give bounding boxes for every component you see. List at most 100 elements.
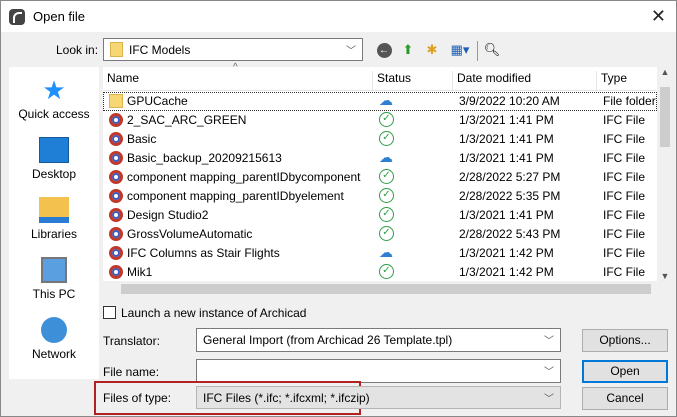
files-of-type-value: IFC Files (*.ifc; *.ifcxml; *.ifczip) (203, 390, 370, 405)
file-name-input[interactable]: ﹀ (196, 359, 561, 383)
launch-checkbox[interactable] (103, 306, 116, 319)
scroll-down-icon[interactable]: ▼ (657, 271, 673, 281)
up-folder-icon[interactable]: ⬆ (399, 41, 417, 59)
file-type: IFC File (603, 132, 645, 146)
back-icon[interactable]: ← (375, 41, 393, 59)
cancel-button[interactable]: Cancel (582, 387, 668, 410)
synced-check-icon: ✓ (379, 112, 394, 127)
place-label: Desktop (31, 167, 77, 181)
ifc-file-icon (109, 189, 123, 203)
synced-check-icon: ✓ (379, 188, 394, 203)
place-label: Libraries (30, 227, 78, 241)
scroll-thumb[interactable] (660, 87, 670, 147)
file-date: 1/3/2021 1:41 PM (459, 113, 554, 127)
file-name: 2_SAC_ARC_GREEN (127, 113, 247, 127)
preview-icon[interactable]: 🔍︎ (483, 41, 501, 59)
launch-label: Launch a new instance of Archicad (121, 306, 307, 320)
vertical-scrollbar[interactable]: ▲ ▼ (657, 67, 673, 281)
close-icon[interactable]: ✕ (651, 6, 666, 27)
ifc-file-icon (109, 132, 123, 146)
file-list: ^ Name Status Date modified Type GPUCach… (103, 62, 673, 297)
new-folder-icon[interactable]: ✱ (423, 41, 441, 59)
place-libraries[interactable]: Libraries (9, 197, 99, 241)
file-type: IFC File (603, 151, 645, 165)
look-in-label: Look in: (56, 43, 99, 57)
desktop-icon (39, 137, 69, 163)
hscroll-thumb[interactable] (121, 284, 651, 294)
file-type: File folder (603, 94, 656, 108)
files-of-type-label: Files of type: (103, 391, 172, 405)
file-type: IFC File (603, 227, 645, 241)
file-type: IFC File (603, 113, 645, 127)
file-row[interactable]: IFC Columns as Stair Flights ☁ 1/3/2021 1:… (103, 244, 657, 263)
chevron-down-icon: ﹀ (544, 335, 554, 347)
file-row[interactable]: component mapping_parentIDbycomponent ✓ 2/… (103, 168, 657, 187)
files-of-type-combo[interactable]: IFC Files (*.ifc; *.ifcxml; *.ifczip) ﹀ (196, 386, 561, 409)
toolbar-divider (477, 41, 478, 61)
file-type: IFC File (603, 208, 645, 222)
file-row[interactable]: GPUCache ☁ 3/9/2022 10:20 AM File folder (103, 92, 657, 111)
file-row[interactable]: component mapping_parentIDbyelement ✓ 2/28… (103, 187, 657, 206)
folder-icon (109, 94, 123, 108)
place-desktop[interactable]: Desktop (9, 137, 99, 181)
file-date: 1/3/2021 1:41 PM (459, 151, 554, 165)
column-type[interactable]: Type (597, 71, 657, 91)
place-this-pc[interactable]: This PC (9, 257, 99, 301)
look-in-value: IFC Models (129, 42, 191, 57)
file-date: 2/28/2022 5:35 PM (459, 189, 561, 203)
file-name-label: File name: (103, 365, 160, 379)
file-row[interactable]: Design Studio2 ✓ 1/3/2021 1:41 PM IFC File (103, 206, 657, 225)
file-date: 2/28/2022 5:27 PM (459, 170, 561, 184)
options-button[interactable]: Options... (582, 329, 668, 352)
synced-check-icon: ✓ (379, 264, 394, 279)
column-date[interactable]: Date modified (453, 71, 597, 91)
file-row[interactable]: Basic_backup_20209215613 ☁ 1/3/2021 1:41 P… (103, 149, 657, 168)
ifc-file-icon (109, 227, 123, 241)
file-row[interactable]: Mik1 ✓ 1/3/2021 1:42 PM IFC File (103, 263, 657, 282)
chevron-down-icon: ﹀ (544, 366, 554, 378)
places-bar: ★ Quick access Desktop Libraries This PC… (9, 67, 99, 379)
file-row[interactable]: 2_SAC_ARC_GREEN ✓ 1/3/2021 1:41 PM IFC File (103, 111, 657, 130)
file-name: Basic_backup_20209215613 (127, 151, 282, 165)
view-menu-icon[interactable]: ▦▾ (447, 41, 473, 59)
ifc-file-icon (109, 265, 123, 279)
network-icon (41, 317, 67, 343)
horizontal-scrollbar[interactable] (103, 281, 673, 297)
file-type: IFC File (603, 189, 645, 203)
translator-combo[interactable]: General Import (from Archicad 26 Templat… (196, 328, 561, 352)
place-label: This PC (32, 287, 76, 301)
place-network[interactable]: Network (9, 317, 99, 361)
file-date: 2/28/2022 5:43 PM (459, 227, 561, 241)
archicad-icon (9, 8, 25, 25)
place-quick-access[interactable]: ★ Quick access (9, 77, 99, 121)
scroll-up-icon[interactable]: ▲ (657, 67, 673, 77)
file-name: Mik1 (127, 265, 153, 279)
file-row[interactable]: GrossVolumeAutomatic ✓ 2/28/2022 5:43 PM IF… (103, 225, 657, 244)
folder-icon (110, 42, 123, 57)
open-file-dialog: Open file ✕ Look in: IFC Models ﹀ ← ⬆ ✱ … (0, 0, 677, 417)
computer-icon (41, 257, 67, 283)
ifc-file-icon (109, 113, 123, 127)
file-date: 1/3/2021 1:41 PM (459, 132, 554, 146)
cloud-icon: ☁ (379, 92, 393, 108)
file-date: 3/9/2022 10:20 AM (459, 94, 560, 108)
title-bar: Open file ✕ (1, 1, 676, 32)
column-name[interactable]: Name (103, 71, 373, 91)
file-date: 1/3/2021 1:41 PM (459, 208, 554, 222)
file-name: GPUCache (127, 94, 188, 108)
ifc-file-icon (109, 208, 123, 222)
cloud-icon: ☁ (379, 149, 393, 165)
file-name: Design Studio2 (127, 208, 209, 222)
chevron-down-icon: ﹀ (346, 45, 356, 57)
star-icon: ★ (42, 75, 66, 105)
translator-value: General Import (from Archicad 26 Templat… (203, 333, 453, 347)
column-status[interactable]: Status (373, 71, 453, 91)
file-date: 1/3/2021 1:42 PM (459, 246, 554, 260)
file-row[interactable]: Basic ✓ 1/3/2021 1:41 PM IFC File (103, 130, 657, 149)
place-label: Network (31, 347, 76, 361)
file-name: Basic (127, 132, 157, 146)
list-header: ^ Name Status Date modified Type (103, 62, 657, 91)
file-type: IFC File (603, 170, 645, 184)
open-button[interactable]: Open (582, 360, 668, 383)
look-in-combo[interactable]: IFC Models ﹀ (103, 38, 363, 61)
